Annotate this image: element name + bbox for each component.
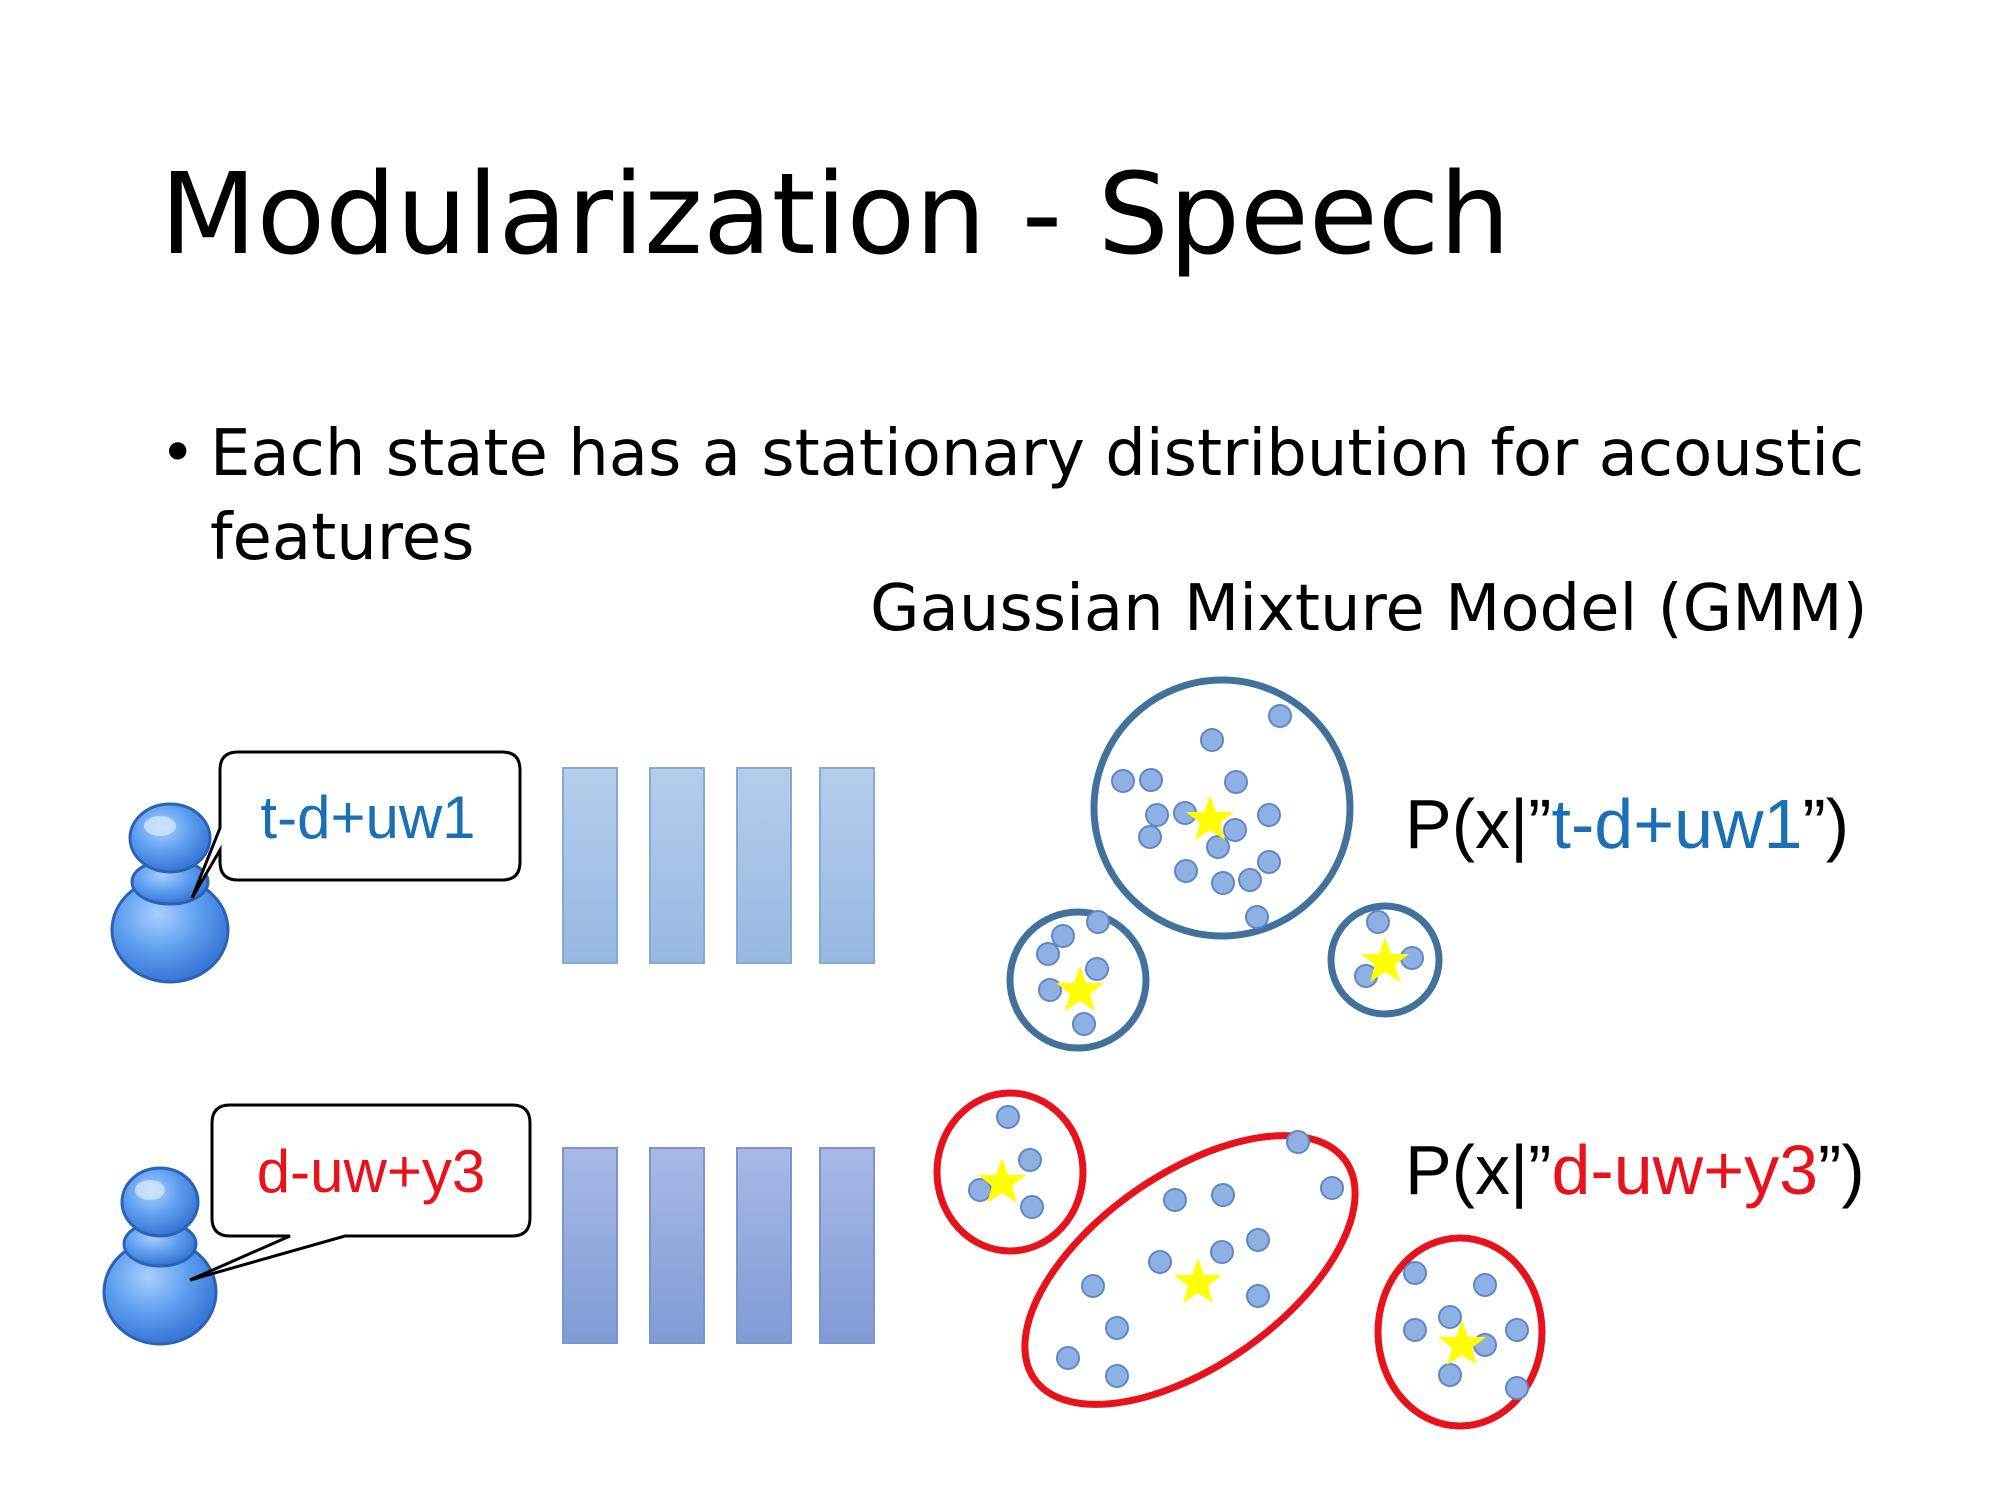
feature-frames-1 bbox=[562, 767, 875, 964]
prob-prefix: P(x|” bbox=[1405, 1131, 1552, 1209]
feature-frames-2 bbox=[562, 1147, 875, 1344]
state-label-1: t-d+uw1 bbox=[260, 784, 475, 851]
prob-state: d-uw+y3 bbox=[1551, 1131, 1819, 1209]
speaker-row-1: t-d+uw1 bbox=[110, 750, 522, 984]
feature-frame bbox=[649, 1147, 705, 1344]
feature-frame bbox=[736, 1147, 792, 1344]
gaussian-component bbox=[1090, 676, 1354, 940]
probability-label-2: P(x|”d-uw+y3”) bbox=[1405, 1130, 1865, 1210]
speech-bubble-1: t-d+uw1 bbox=[190, 750, 522, 899]
speaker-row-2: d-uw+y3 bbox=[102, 1103, 532, 1346]
feature-frame bbox=[736, 767, 792, 964]
gmm-1 bbox=[1006, 676, 1443, 1052]
speech-bubble-2: d-uw+y3 bbox=[189, 1103, 532, 1282]
slide: Modularization - Speech • Each state has… bbox=[0, 0, 2000, 1500]
speaker-icon bbox=[102, 1166, 218, 1346]
gaussian-component bbox=[1021, 1132, 1359, 1408]
probability-label-1: P(x|”t-d+uw1”) bbox=[1405, 784, 1849, 864]
feature-frame bbox=[819, 1147, 875, 1344]
prob-suffix: ”) bbox=[1802, 785, 1850, 863]
feature-frame bbox=[819, 767, 875, 964]
prob-state: t-d+uw1 bbox=[1551, 785, 1803, 863]
feature-frame bbox=[562, 767, 618, 964]
speaker-icon bbox=[110, 802, 230, 984]
diagram: t-d+uw1 d-uw+y3 bbox=[102, 676, 1546, 1430]
prob-suffix: ”) bbox=[1818, 1131, 1865, 1209]
state-label-2: d-uw+y3 bbox=[257, 1138, 485, 1205]
feature-frame bbox=[562, 1147, 618, 1344]
feature-frame bbox=[649, 767, 705, 964]
prob-prefix: P(x|” bbox=[1405, 785, 1552, 863]
